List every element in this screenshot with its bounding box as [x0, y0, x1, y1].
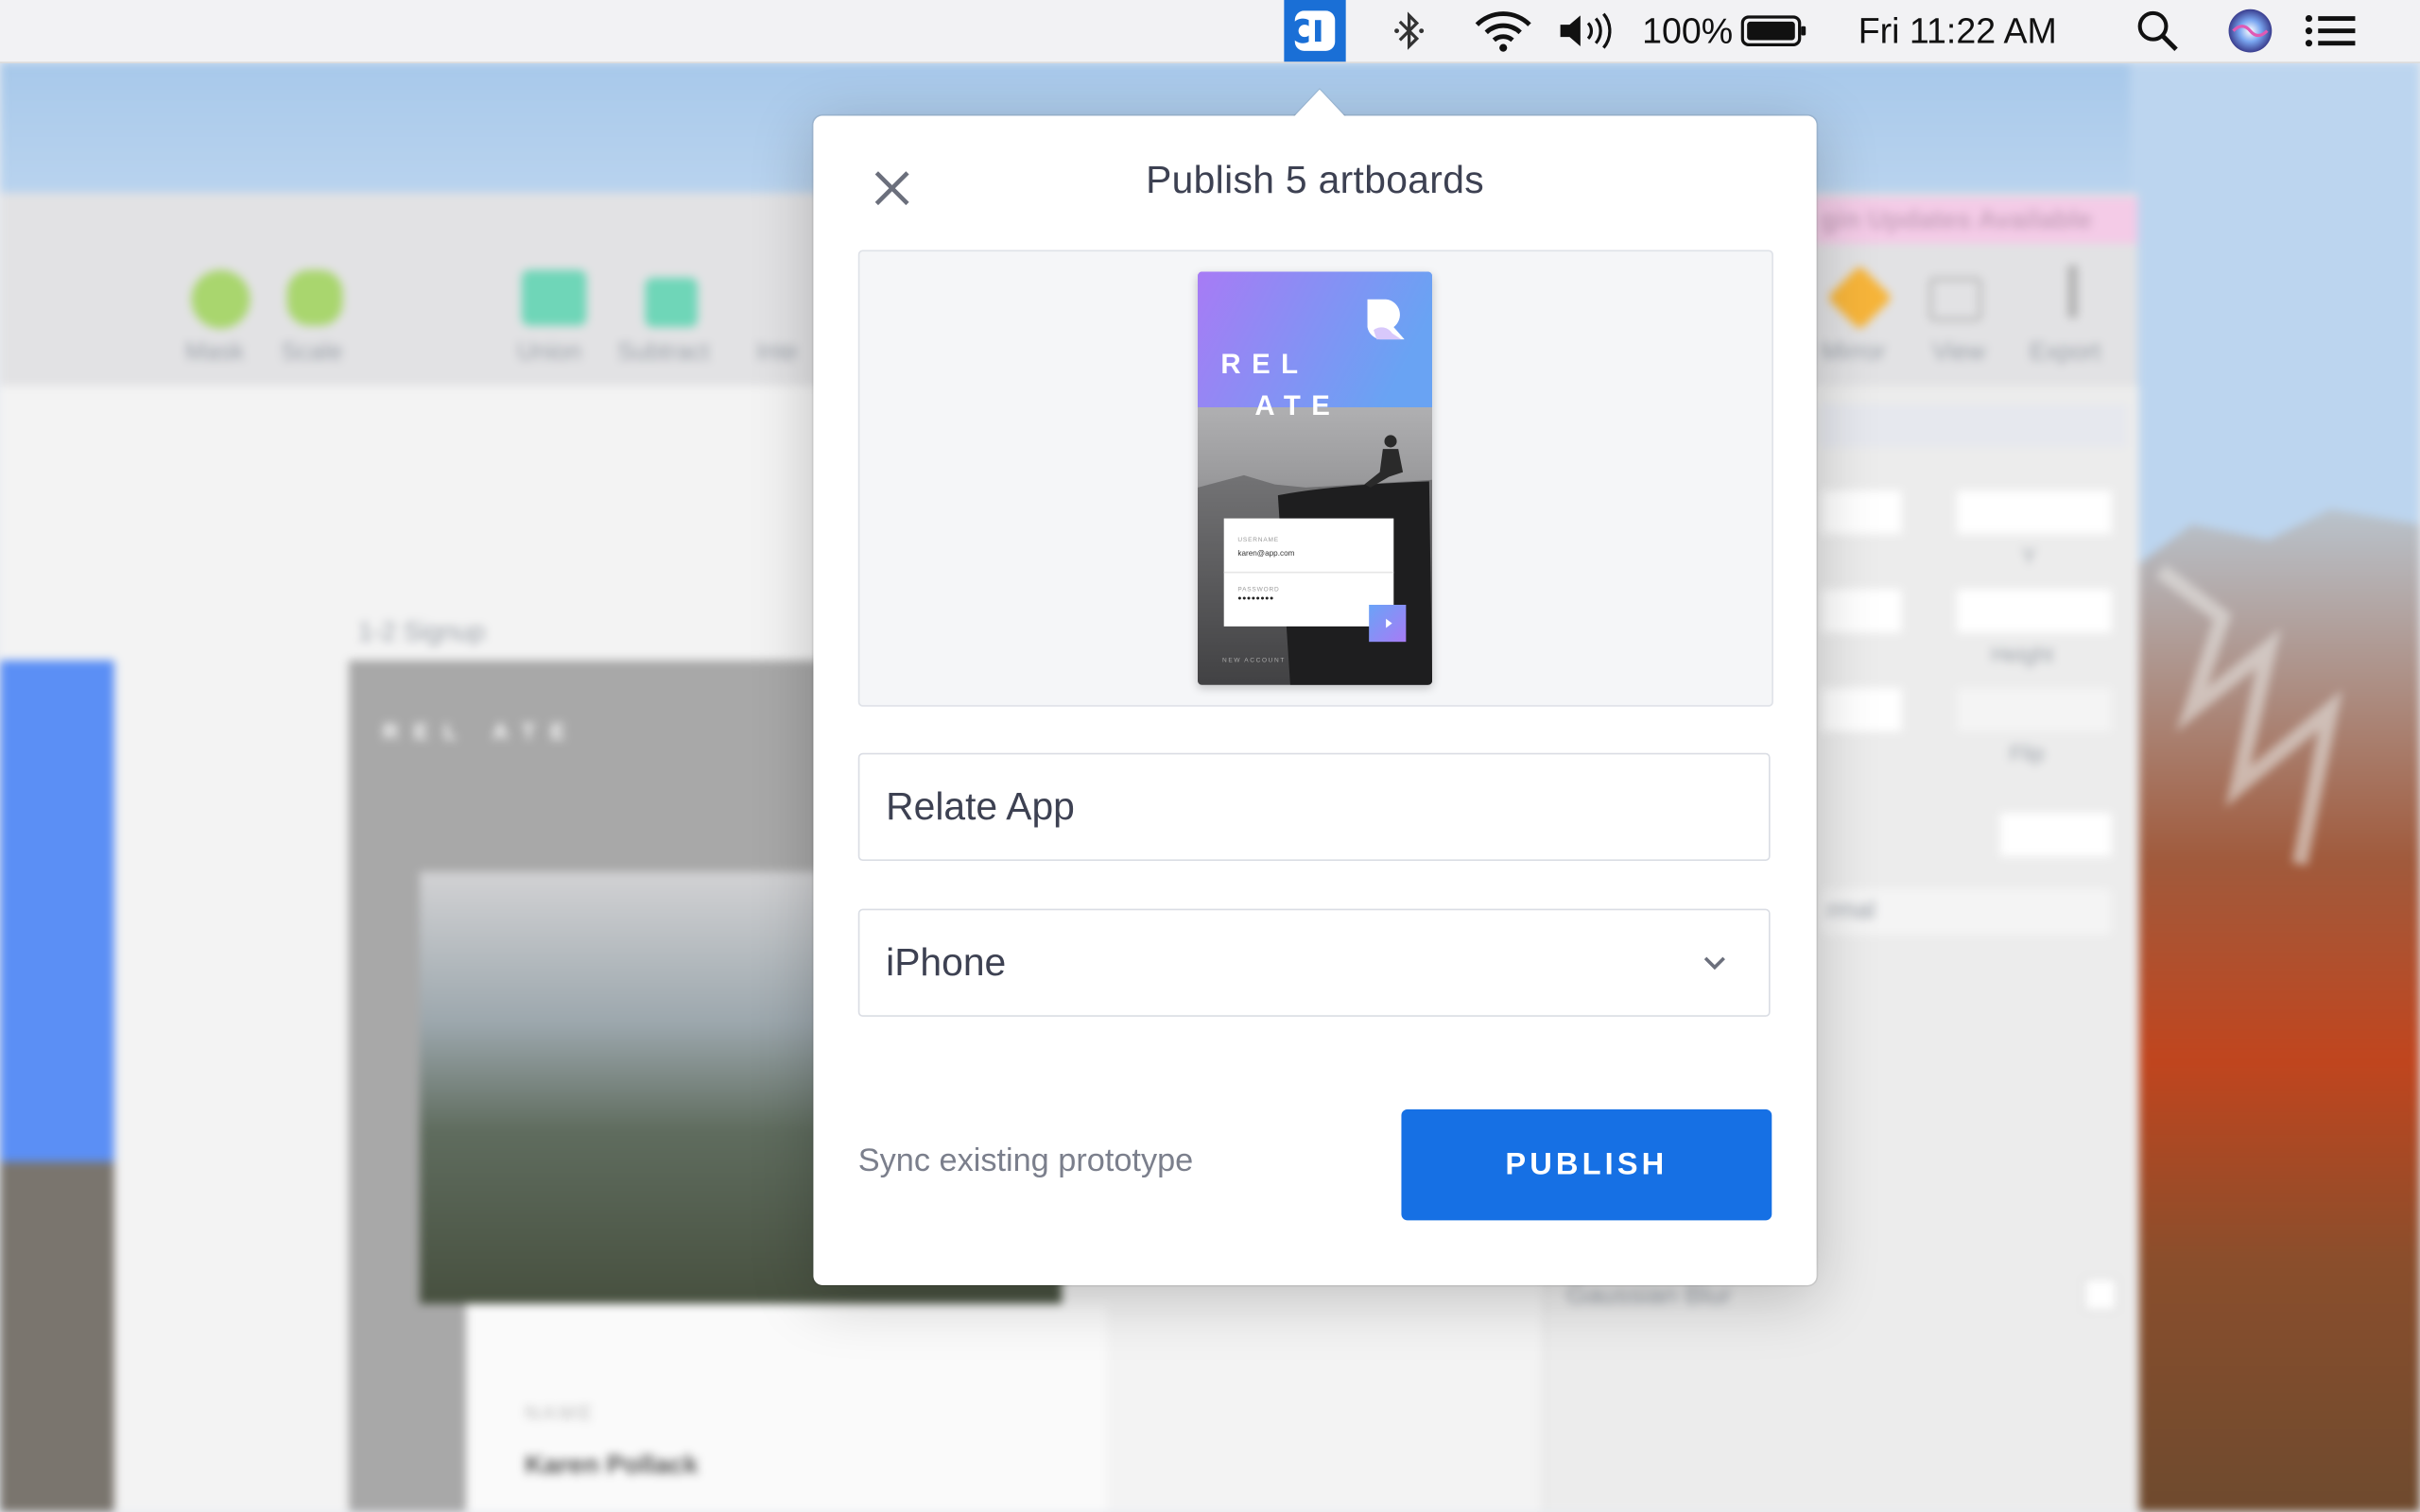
- bluetooth-icon[interactable]: [1386, 0, 1432, 61]
- dialog-title: Publish 5 artboards: [1146, 159, 1484, 202]
- photo-artboard: [0, 1161, 114, 1512]
- flip-buttons: [1957, 688, 2112, 731]
- toolbar-label: View: [1932, 339, 1986, 366]
- preview-password-value: ••••••••: [1237, 593, 1274, 605]
- plugin-banner-text: gin Updates Available: [1821, 205, 2092, 235]
- height-label: Height: [1991, 642, 2054, 667]
- wifi-icon[interactable]: [1469, 0, 1537, 61]
- rotate-field: [1821, 688, 1902, 731]
- preview-new-account: NEW ACCOUNT: [1222, 655, 1286, 664]
- height-field: [1957, 589, 2112, 633]
- publish-dialog: Publish 5 artboards REL ATE USERNAME kar…: [813, 115, 1817, 1286]
- toolbar-label: Export: [2029, 339, 2101, 366]
- flip-label: Flip: [2009, 740, 2045, 765]
- view-icon: [1928, 277, 1982, 321]
- list-icon[interactable]: [2300, 0, 2361, 61]
- battery-icon[interactable]: [1740, 0, 1809, 61]
- preview-username-value: karen@app.com: [1237, 549, 1295, 559]
- app-logo-icon[interactable]: [1284, 0, 1346, 62]
- union-tool-icon: [521, 269, 587, 326]
- artboard-thumbnail: REL ATE USERNAME karen@app.com PASSWORD …: [1197, 271, 1433, 685]
- export-icon: [2067, 265, 2078, 318]
- toolbar-label: Mask: [184, 339, 245, 366]
- artboard-image: [1197, 271, 1433, 685]
- toolbar-label: Mirror: [1821, 339, 1886, 366]
- preview-logo-line1: REL: [1220, 348, 1309, 380]
- siri-icon[interactable]: [2224, 0, 2277, 61]
- name-label: NAME: [525, 1400, 596, 1424]
- y-label: Y: [2021, 542, 2037, 568]
- volume-icon[interactable]: [1552, 0, 1614, 61]
- mountain-wallpaper: [2130, 61, 2420, 1512]
- sync-existing-prototype-link[interactable]: Sync existing prototype: [858, 1143, 1193, 1180]
- name-value: Karen Pollack: [525, 1450, 699, 1480]
- artboard-logo-text: REL ATE: [382, 718, 581, 744]
- preview-username-label: USERNAME: [1237, 535, 1279, 543]
- blend-select-value: rmal: [1827, 898, 1876, 924]
- mask-tool-icon: [191, 269, 251, 329]
- preview-logo-line2: ATE: [1254, 390, 1341, 421]
- subtract-tool-icon: [645, 277, 698, 328]
- project-name-input[interactable]: [859, 760, 1751, 853]
- blue-artboard: [0, 660, 114, 1162]
- search-icon[interactable]: [2130, 0, 2186, 61]
- toolbar-label: Inte: [756, 339, 798, 366]
- artboard-preview: REL ATE USERNAME karen@app.com PASSWORD …: [857, 249, 1773, 707]
- menubar-clock[interactable]: Fri 11:22 AM: [1858, 0, 2090, 61]
- toolbar-label: Scale: [281, 339, 343, 366]
- device-select-value: iPhone: [886, 940, 1007, 984]
- scale-tool-icon: [286, 269, 343, 326]
- width-field: [1821, 589, 1902, 633]
- y-field: [1957, 490, 2112, 534]
- battery-percent[interactable]: 100%: [1642, 0, 1735, 61]
- screen: Mask Scale Union Subtract Inte 1-2 Signu…: [0, 0, 2420, 1512]
- menu-bar: 100% Fri 11:22 AM: [0, 0, 2420, 63]
- chevron-down-icon: [1703, 956, 1725, 971]
- toolbar-label: Subtract: [617, 339, 710, 366]
- preview-password-label: PASSWORD: [1237, 584, 1280, 593]
- blur-checkbox: [2083, 1277, 2118, 1312]
- device-select[interactable]: iPhone: [857, 908, 1771, 1017]
- toolbar-label: Union: [516, 339, 582, 366]
- artboard-label: 1-2 Signup: [357, 617, 486, 647]
- popover-arrow: [1293, 89, 1346, 118]
- x-field: [1821, 490, 1902, 534]
- project-name-field[interactable]: [857, 752, 1771, 862]
- opacity-field: [1999, 813, 2112, 857]
- publish-button[interactable]: PUBLISH: [1401, 1108, 1772, 1221]
- align-toolbar: [1818, 404, 2127, 448]
